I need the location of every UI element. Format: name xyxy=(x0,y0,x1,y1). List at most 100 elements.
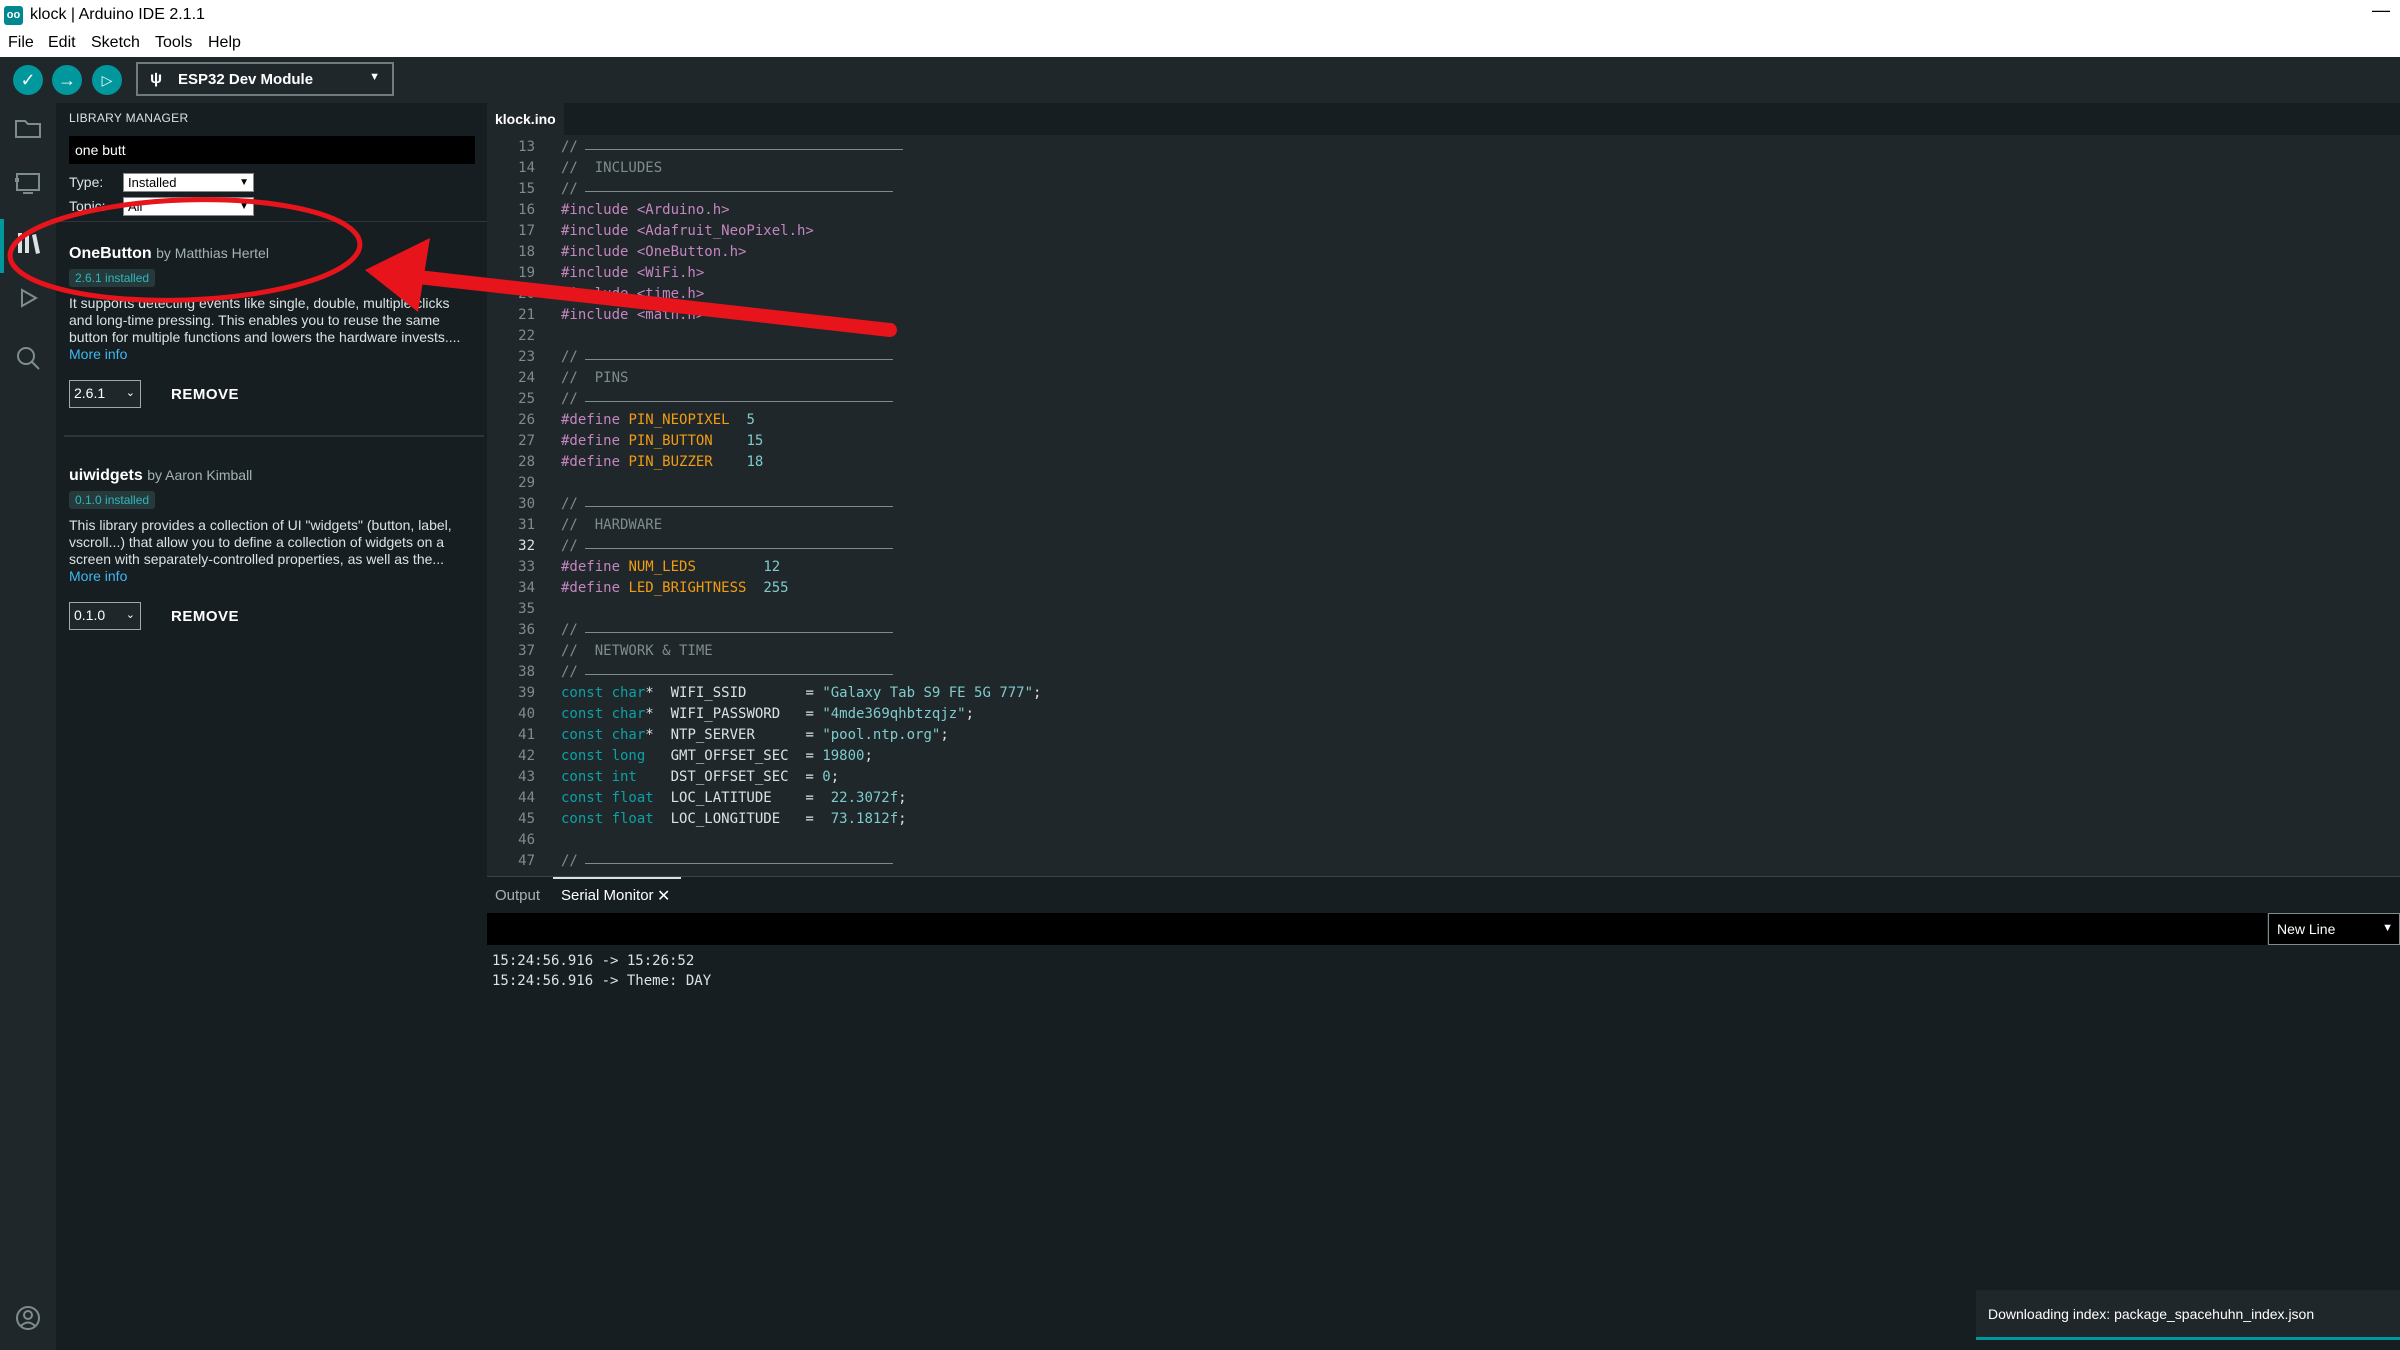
code-line[interactable]: 32 // xyxy=(487,538,2400,559)
verify-button[interactable]: ✓ xyxy=(13,65,43,95)
code-line[interactable]: 34 #define LED_BRIGHTNESS 255 xyxy=(487,580,2400,601)
code-line[interactable]: 13 // xyxy=(487,139,2400,160)
line-ending-value: New Line xyxy=(2277,921,2336,937)
code-line[interactable]: 43 const int DST_OFFSET_SEC = 0; xyxy=(487,769,2400,790)
code-line[interactable]: 36 // xyxy=(487,622,2400,643)
code-line[interactable]: 41 const char* NTP_SERVER = "pool.ntp.org… xyxy=(487,727,2400,748)
serial-output: 15:24:56.916 -> 15:26:52 15:24:56.916 ->… xyxy=(492,953,712,989)
line-source: // xyxy=(561,139,587,155)
code-line[interactable]: 47 // xyxy=(487,853,2400,874)
comment-rule xyxy=(585,401,893,402)
code-line[interactable]: 17 #include <Adafruit_NeoPixel.h> xyxy=(487,223,2400,244)
more-info-link[interactable]: More info xyxy=(69,568,479,584)
code-line[interactable]: 39 const char* WIFI_SSID = "Galaxy Tab S9… xyxy=(487,685,2400,706)
library-search-input[interactable] xyxy=(69,136,475,164)
code-line[interactable]: 38 // xyxy=(487,664,2400,685)
type-filter-select[interactable]: Installed ▼ xyxy=(123,173,254,192)
topic-filter-select[interactable]: All ▼ xyxy=(123,197,254,216)
version-select[interactable]: 0.1.0 ⌄ xyxy=(69,602,141,630)
line-number: 16 xyxy=(518,202,535,218)
more-info-link[interactable]: More info xyxy=(69,346,479,362)
panel-title: LIBRARY MANAGER xyxy=(69,111,189,125)
code-area[interactable]: 13 // 14 // INCLUDES 15 // 16 #include <Ardui… xyxy=(487,135,2400,876)
debug-button[interactable]: ▷ xyxy=(92,65,122,95)
code-line[interactable]: 31 // HARDWARE xyxy=(487,517,2400,538)
line-number: 19 xyxy=(518,265,535,281)
close-icon[interactable]: ✕ xyxy=(657,886,670,906)
remove-button[interactable]: REMOVE xyxy=(171,608,239,625)
menu-edit[interactable]: Edit xyxy=(48,34,76,52)
code-editor: klock.ino 13 // 14 // INCLUDES 15 // 16 #incl… xyxy=(487,103,2400,876)
bottom-panel: Output Serial Monitor ✕ New Line ▼ 15:24… xyxy=(487,877,2400,1350)
usb-icon: ψ xyxy=(150,70,163,87)
window-title: klock | Arduino IDE 2.1.1 xyxy=(30,6,205,23)
progress-bar xyxy=(1976,1337,2400,1340)
code-line[interactable]: 24 // PINS xyxy=(487,370,2400,391)
menu-tools[interactable]: Tools xyxy=(155,34,192,52)
code-line[interactable]: 19 #include <WiFi.h> xyxy=(487,265,2400,286)
menu-help[interactable]: Help xyxy=(208,34,241,52)
code-line[interactable]: 37 // NETWORK & TIME xyxy=(487,643,2400,664)
library-icon[interactable] xyxy=(13,228,43,258)
code-line[interactable]: 14 // INCLUDES xyxy=(487,160,2400,181)
line-ending-select[interactable]: New Line ▼ xyxy=(2268,913,2400,945)
code-line[interactable]: 28 #define PIN_BUZZER 18 xyxy=(487,454,2400,475)
board-selector[interactable]: ψ ESP32 Dev Module ▼ xyxy=(136,62,394,96)
line-number: 38 xyxy=(518,664,535,680)
line-number: 14 xyxy=(518,160,535,176)
tab-output[interactable]: Output xyxy=(495,887,540,904)
code-line[interactable]: 46 xyxy=(487,832,2400,853)
code-line[interactable]: 26 #define PIN_NEOPIXEL 5 xyxy=(487,412,2400,433)
version-select[interactable]: 2.6.1 ⌄ xyxy=(69,380,141,408)
code-line[interactable]: 35 xyxy=(487,601,2400,622)
active-tab-indicator xyxy=(553,877,681,879)
code-line[interactable]: 29 xyxy=(487,475,2400,496)
tab-klock-ino[interactable]: klock.ino xyxy=(487,103,564,135)
line-source: const char* NTP_SERVER = "pool.ntp.org"; xyxy=(561,727,949,743)
code-line[interactable]: 30 // xyxy=(487,496,2400,517)
code-line[interactable]: 18 #include <OneButton.h> xyxy=(487,244,2400,265)
divider xyxy=(56,221,487,222)
code-line[interactable]: 45 const float LOC_LONGITUDE = 73.1812f; xyxy=(487,811,2400,832)
menu-file[interactable]: File xyxy=(8,34,34,52)
code-line[interactable]: 21 #include <math.h> xyxy=(487,307,2400,328)
line-source: #include <Arduino.h> xyxy=(561,202,730,218)
code-line[interactable]: 15 // xyxy=(487,181,2400,202)
board-icon[interactable] xyxy=(13,168,43,198)
code-line[interactable]: 33 #define NUM_LEDS 12 xyxy=(487,559,2400,580)
code-line[interactable]: 27 #define PIN_BUTTON 15 xyxy=(487,433,2400,454)
library-name: OneButton xyxy=(69,245,152,262)
type-filter-label: Type: xyxy=(69,174,104,190)
library-author: by Aaron Kimball xyxy=(147,467,253,483)
comment-rule xyxy=(585,359,893,360)
remove-button[interactable]: REMOVE xyxy=(171,386,239,403)
line-source: const char* WIFI_PASSWORD = "4mde369qhbt… xyxy=(561,706,975,722)
version-value: 0.1.0 xyxy=(74,607,106,623)
code-line[interactable]: 44 const float LOC_LATITUDE = 22.3072f; xyxy=(487,790,2400,811)
code-line[interactable]: 22 xyxy=(487,328,2400,349)
library-manager-panel: LIBRARY MANAGER Type: Installed ▼ Topic:… xyxy=(56,103,487,1350)
folder-icon[interactable] xyxy=(13,113,43,143)
comment-rule xyxy=(585,506,893,507)
line-number: 27 xyxy=(518,433,535,449)
upload-button[interactable]: → xyxy=(52,65,82,95)
account-icon[interactable] xyxy=(13,1303,43,1333)
minimize-icon[interactable]: — xyxy=(2372,0,2390,21)
serial-message-input[interactable] xyxy=(487,913,2267,945)
code-line[interactable]: 42 const long GMT_OFFSET_SEC = 19800; xyxy=(487,748,2400,769)
line-source: // NETWORK & TIME xyxy=(561,643,713,659)
debug-icon[interactable] xyxy=(13,283,43,313)
library-description: This library provides a collection of UI… xyxy=(69,517,452,567)
line-number: 13 xyxy=(518,139,535,155)
code-line[interactable]: 20 #include <time.h> xyxy=(487,286,2400,307)
line-source: // HARDWARE xyxy=(561,517,663,533)
line-source: #include <math.h> xyxy=(561,307,705,323)
code-line[interactable]: 23 // xyxy=(487,349,2400,370)
tab-serial-monitor[interactable]: Serial Monitor xyxy=(561,887,654,904)
comment-rule xyxy=(585,674,893,675)
code-line[interactable]: 25 // xyxy=(487,391,2400,412)
code-line[interactable]: 40 const char* WIFI_PASSWORD = "4mde369qh… xyxy=(487,706,2400,727)
code-line[interactable]: 16 #include <Arduino.h> xyxy=(487,202,2400,223)
menu-sketch[interactable]: Sketch xyxy=(91,34,140,52)
search-icon[interactable] xyxy=(13,343,43,373)
